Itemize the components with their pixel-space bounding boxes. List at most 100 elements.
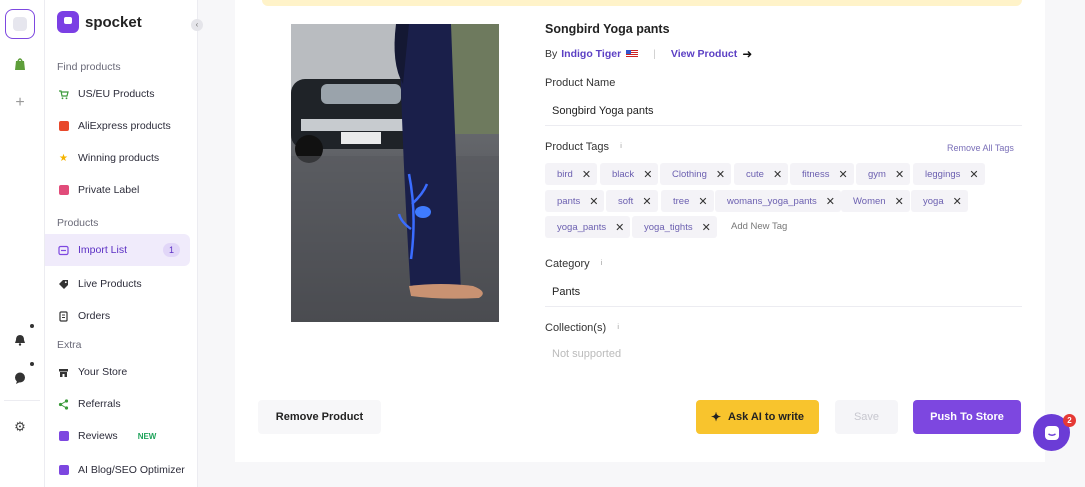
remove-tag-icon[interactable]: ✕ xyxy=(615,221,630,234)
sidebar-item-live-products[interactable]: Live Products xyxy=(45,268,190,300)
remove-tag-icon[interactable]: ✕ xyxy=(716,168,731,181)
sidebar-item-import-list[interactable]: Import List 1 xyxy=(45,234,190,266)
remove-all-tags-link[interactable]: Remove All Tags xyxy=(947,143,1014,153)
remove-product-button[interactable]: Remove Product xyxy=(258,400,381,434)
sidebar-item-reviews[interactable]: Reviews NEW xyxy=(45,420,190,452)
sidebar-item-referrals[interactable]: Referrals xyxy=(45,388,190,420)
remove-tag-icon[interactable]: ✕ xyxy=(826,195,841,208)
shopify-icon[interactable] xyxy=(5,49,35,79)
remove-product-label: Remove Product xyxy=(275,411,364,423)
tag-icon xyxy=(58,279,69,290)
product-name-value: Songbird Yoga pants xyxy=(552,105,654,117)
category-label: Category i xyxy=(545,258,606,270)
info-icon[interactable]: i xyxy=(598,260,606,268)
remove-tag-icon[interactable]: ✕ xyxy=(642,195,657,208)
tag-chip: black ✕ xyxy=(600,163,659,185)
sparkle-icon: ✦ xyxy=(710,410,722,424)
settings-gear-icon[interactable]: ⚙ xyxy=(5,412,35,442)
rail-divider xyxy=(4,400,40,401)
spocket-logo-icon xyxy=(57,11,79,33)
product-byline: By Indigo Tiger | View Product ➜ xyxy=(545,47,752,61)
label-icon xyxy=(58,185,69,196)
collections-value: Not supported xyxy=(552,348,622,360)
import-icon xyxy=(58,245,69,256)
add-new-tag-input[interactable]: Add New Tag xyxy=(731,221,787,232)
save-button[interactable]: Save xyxy=(835,400,898,434)
collections-field: Not supported xyxy=(545,340,1022,368)
sidebar-item-label: Your Store xyxy=(78,366,128,378)
tag-chip: yoga_tights ✕ xyxy=(632,216,717,238)
section-find-products: Find products xyxy=(57,61,121,73)
sidebar-item-label: Orders xyxy=(78,310,111,322)
remove-tag-icon[interactable]: ✕ xyxy=(895,168,910,181)
tag-chip: yoga_pants ✕ xyxy=(545,216,631,238)
sidebar-item-orders[interactable]: Orders xyxy=(45,300,190,332)
cart-icon xyxy=(58,89,69,100)
sidebar-item-ai-blog-seo-optimizer[interactable]: AI Blog/SEO Optimizer xyxy=(45,454,190,486)
remove-tag-icon[interactable]: ✕ xyxy=(953,195,968,208)
sidebar-item-private-label[interactable]: Private Label xyxy=(45,174,190,206)
push-to-store-button[interactable]: Push To Store xyxy=(913,400,1021,434)
category-select[interactable]: Pants xyxy=(545,277,1022,307)
tag-chip: cute ✕ xyxy=(734,163,789,185)
star-icon: ★ xyxy=(59,152,68,164)
sidebar-item-label: AI Blog/SEO Optimizer xyxy=(78,464,185,476)
section-extra: Extra xyxy=(57,339,82,351)
messages-icon[interactable] xyxy=(5,363,35,393)
chat-unread-badge: 2 xyxy=(1063,414,1076,427)
remove-tag-icon[interactable]: ✕ xyxy=(702,221,717,234)
sidebar-item-your-store[interactable]: Your Store xyxy=(45,356,190,388)
tag-chip: womans_yoga_pants ✕ xyxy=(715,190,842,212)
by-label: By xyxy=(545,48,558,60)
sidebar-item-us-eu-products[interactable]: US/EU Products xyxy=(45,78,190,110)
remove-tag-icon[interactable]: ✕ xyxy=(895,195,910,208)
spocket-app-icon[interactable] xyxy=(5,9,35,39)
product-image[interactable] xyxy=(291,24,499,322)
remove-tag-icon[interactable]: ✕ xyxy=(643,168,658,181)
tag-chip: pants ✕ xyxy=(545,190,605,212)
sidebar-item-label: Import List xyxy=(78,244,128,256)
remove-tag-icon[interactable]: ✕ xyxy=(969,168,984,181)
tag-label: yoga_pants xyxy=(557,221,607,233)
category-value: Pants xyxy=(552,286,581,298)
sidebar-item-winning-products[interactable]: ★ Winning products xyxy=(45,142,190,174)
share-icon xyxy=(58,398,69,410)
spocket-logo[interactable]: spocket xyxy=(57,11,142,33)
tag-label: womans_yoga_pants xyxy=(727,195,817,207)
notification-bell-icon[interactable] xyxy=(5,325,35,355)
remove-tag-icon[interactable]: ✕ xyxy=(773,168,788,181)
save-label: Save xyxy=(853,411,880,423)
byline-separator: | xyxy=(653,48,656,60)
push-to-store-label: Push To Store xyxy=(930,411,1004,423)
collapse-sidebar-icon[interactable]: ‹ xyxy=(191,19,203,31)
section-products: Products xyxy=(57,217,99,229)
ask-ai-label: Ask AI to write xyxy=(728,411,805,423)
seller-link[interactable]: Indigo Tiger xyxy=(561,48,621,60)
collections-label-text: Collection(s) xyxy=(545,322,607,334)
arrow-right-icon[interactable]: ➜ xyxy=(742,47,752,61)
tag-chip: leggings ✕ xyxy=(913,163,985,185)
tag-label: pants xyxy=(557,195,581,207)
remove-tag-icon[interactable]: ✕ xyxy=(838,168,853,181)
info-icon[interactable]: i xyxy=(614,324,622,332)
tag-label: yoga_tights xyxy=(644,221,693,233)
tag-chip: gym ✕ xyxy=(856,163,911,185)
add-store-icon[interactable]: + xyxy=(5,88,35,118)
sidebar-item-label: US/EU Products xyxy=(78,88,155,100)
sidebar-item-aliexpress-products[interactable]: AliExpress products xyxy=(45,110,190,142)
new-badge: NEW xyxy=(137,431,157,441)
remove-tag-icon[interactable]: ✕ xyxy=(589,195,604,208)
product-name-input[interactable]: Songbird Yoga pants xyxy=(545,96,1022,126)
tag-chip: bird ✕ xyxy=(545,163,598,185)
product-tags-label: Product Tags i xyxy=(545,141,625,153)
tags-input[interactable]: bird ✕ black ✕ Clothing ✕ cute ✕ fitness ✕ gy… xyxy=(545,160,1022,242)
tag-label: yoga xyxy=(923,195,944,207)
info-icon[interactable]: i xyxy=(617,143,625,151)
category-label-text: Category xyxy=(545,258,590,270)
remove-tag-icon[interactable]: ✕ xyxy=(698,195,713,208)
remove-tag-icon[interactable]: ✕ xyxy=(582,168,597,181)
product-name-label-text: Product Name xyxy=(545,77,616,89)
view-product-link[interactable]: View Product xyxy=(671,48,737,60)
sidebar-item-label: Private Label xyxy=(78,184,140,196)
ask-ai-button[interactable]: ✦ Ask AI to write xyxy=(696,400,819,434)
